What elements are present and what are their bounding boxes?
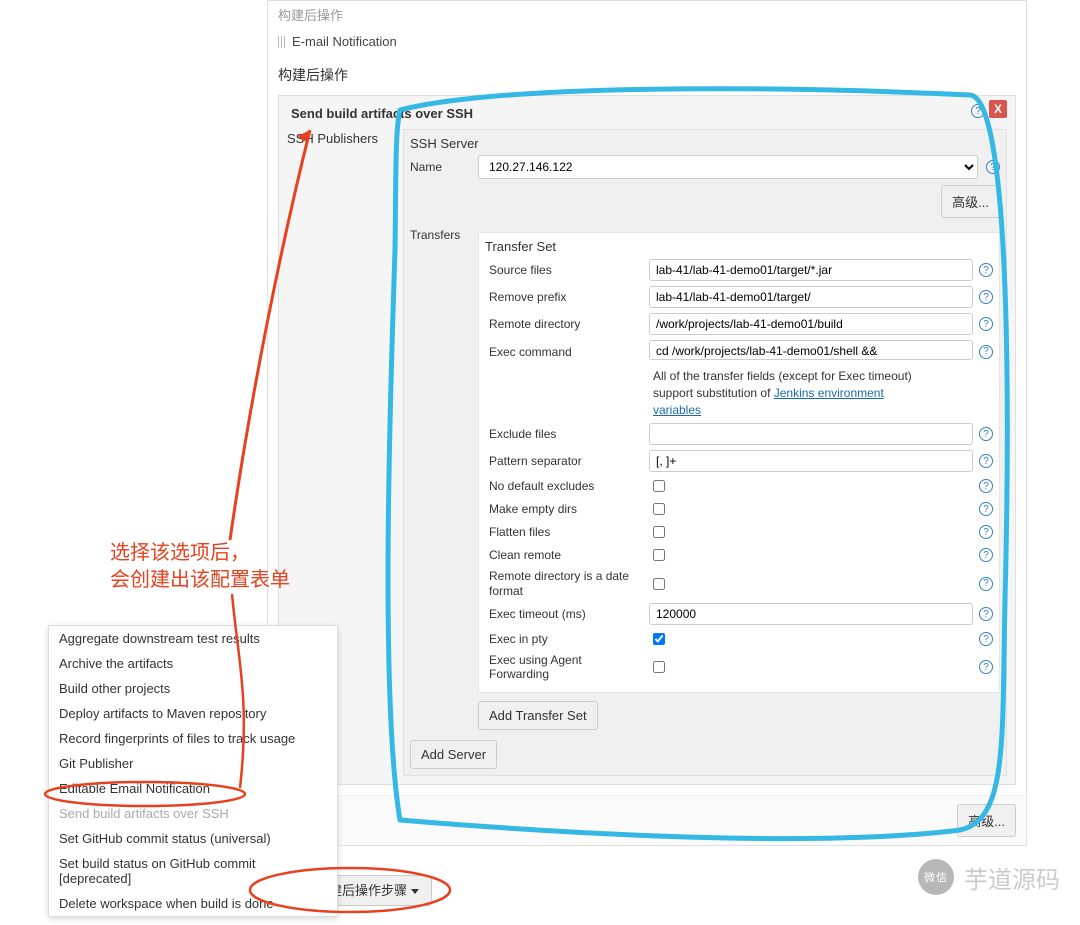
exclude-files-input[interactable]	[649, 423, 973, 445]
help-icon[interactable]: ?	[979, 577, 993, 591]
close-icon[interactable]: X	[989, 100, 1007, 118]
help-icon[interactable]: ?	[979, 502, 993, 516]
server-advanced-button[interactable]: 高级...	[941, 185, 1000, 218]
dropdown-item: Send build artifacts over SSH	[49, 801, 337, 826]
transfer-set-box: Transfer Set Source files ? Remove prefi…	[478, 232, 1000, 693]
remote-dir-input[interactable]	[649, 313, 973, 335]
server-name-select[interactable]: 120.27.146.122	[478, 155, 978, 179]
ssh-publish-block: X Send build artifacts over SSH ? SSH Pu…	[278, 95, 1016, 785]
help-icon[interactable]: ?	[979, 548, 993, 562]
post-build-step-dropdown: Aggregate downstream test resultsArchive…	[48, 625, 338, 917]
help-icon[interactable]: ?	[979, 525, 993, 539]
dropdown-item[interactable]: Build other projects	[49, 676, 337, 701]
exec-timeout-label: Exec timeout (ms)	[485, 607, 643, 621]
exec-agent-fwd-checkbox[interactable]	[653, 661, 665, 673]
dropdown-item[interactable]: Delete workspace when build is done	[49, 891, 337, 916]
dropdown-item[interactable]: Record fingerprints of files to track us…	[49, 726, 337, 751]
transfer-set-title: Transfer Set	[485, 239, 993, 254]
publisher-content: SSH Server Name 120.27.146.122 ? 高级... T…	[403, 129, 1007, 776]
dropdown-item[interactable]: Archive the artifacts	[49, 651, 337, 676]
dropdown-item[interactable]: Git Publisher	[49, 751, 337, 776]
help-icon[interactable]: ?	[979, 345, 993, 359]
watermark-text: 芋道源码	[964, 860, 1060, 895]
watermark: 微信 芋道源码	[918, 859, 1060, 895]
clean-remote-checkbox[interactable]	[653, 549, 665, 561]
exec-pty-checkbox[interactable]	[653, 633, 665, 645]
help-icon[interactable]: ?	[979, 317, 993, 331]
exec-timeout-input[interactable]	[649, 603, 973, 625]
transfers-label: Transfers	[410, 228, 470, 242]
no-default-excludes-label: No default excludes	[485, 479, 643, 493]
clean-remote-label: Clean remote	[485, 548, 643, 562]
help-icon[interactable]: ?	[979, 607, 993, 621]
help-icon[interactable]: ?	[979, 290, 993, 304]
exec-cmd-input[interactable]: cd /work/projects/lab-41-demo01/shell &&	[649, 340, 973, 360]
add-transfer-set-button[interactable]: Add Transfer Set	[478, 701, 598, 730]
dropdown-item[interactable]: Aggregate downstream test results	[49, 626, 337, 651]
make-empty-dirs-label: Make empty dirs	[485, 502, 643, 516]
remote-dir-label: Remote directory	[485, 317, 643, 331]
post-build-actions-panel: 构建后操作 E-mail Notification 构建后操作 X Send b…	[267, 0, 1027, 846]
help-icon[interactable]: ?	[979, 263, 993, 277]
exclude-files-label: Exclude files	[485, 427, 643, 441]
source-files-label: Source files	[485, 263, 643, 277]
remote-date-format-label: Remote directory is a date format	[485, 569, 643, 598]
help-icon[interactable]: ?	[979, 427, 993, 441]
help-icon[interactable]: ?	[979, 454, 993, 468]
ssh-server-title: SSH Server	[410, 136, 1000, 151]
email-notification-row: E-mail Notification	[268, 28, 1026, 55]
annotation-text: 选择该选项后， 会创建出该配置表单	[110, 540, 290, 594]
substitution-note: All of the transfer fields (except for E…	[653, 368, 913, 418]
remove-prefix-input[interactable]	[649, 286, 973, 308]
pattern-separator-input[interactable]	[649, 450, 973, 472]
pattern-separator-label: Pattern separator	[485, 454, 643, 468]
flatten-files-checkbox[interactable]	[653, 526, 665, 538]
no-default-excludes-checkbox[interactable]	[653, 480, 665, 492]
section-title: 构建后操作	[268, 55, 1026, 95]
outer-advanced-button[interactable]: 高级...	[957, 804, 1016, 837]
help-icon[interactable]: ?	[979, 479, 993, 493]
dropdown-item[interactable]: Deploy artifacts to Maven repository	[49, 701, 337, 726]
exec-cmd-label: Exec command	[485, 345, 643, 359]
drag-handle-icon[interactable]	[278, 36, 286, 48]
exec-agent-fwd-label: Exec using Agent Forwarding	[485, 653, 643, 681]
flatten-files-label: Flatten files	[485, 525, 643, 539]
make-empty-dirs-checkbox[interactable]	[653, 503, 665, 515]
muted-tab-label: 构建后操作	[268, 1, 1026, 28]
dropdown-item[interactable]: Set build status on GitHub commit [depre…	[49, 851, 337, 891]
chevron-down-icon	[411, 889, 419, 894]
remove-prefix-label: Remove prefix	[485, 290, 643, 304]
dropdown-item[interactable]: Set GitHub commit status (universal)	[49, 826, 337, 851]
add-server-button[interactable]: Add Server	[410, 740, 497, 769]
email-notification-label: E-mail Notification	[292, 34, 397, 49]
block-title: Send build artifacts over SSH	[287, 104, 1007, 123]
help-icon[interactable]: ?	[979, 660, 993, 674]
help-icon[interactable]: ?	[986, 160, 1000, 174]
help-icon[interactable]: ?	[971, 104, 985, 118]
wechat-icon: 微信	[918, 859, 954, 895]
source-files-input[interactable]	[649, 259, 973, 281]
exec-pty-label: Exec in pty	[485, 632, 643, 646]
help-icon[interactable]: ?	[979, 632, 993, 646]
server-name-label: Name	[410, 160, 470, 174]
ssh-publishers-label: SSH Publishers	[287, 129, 397, 146]
outer-advanced-row: 高级...	[268, 795, 1026, 845]
remote-date-format-checkbox[interactable]	[653, 578, 665, 590]
dropdown-item[interactable]: Editable Email Notification	[49, 776, 337, 801]
